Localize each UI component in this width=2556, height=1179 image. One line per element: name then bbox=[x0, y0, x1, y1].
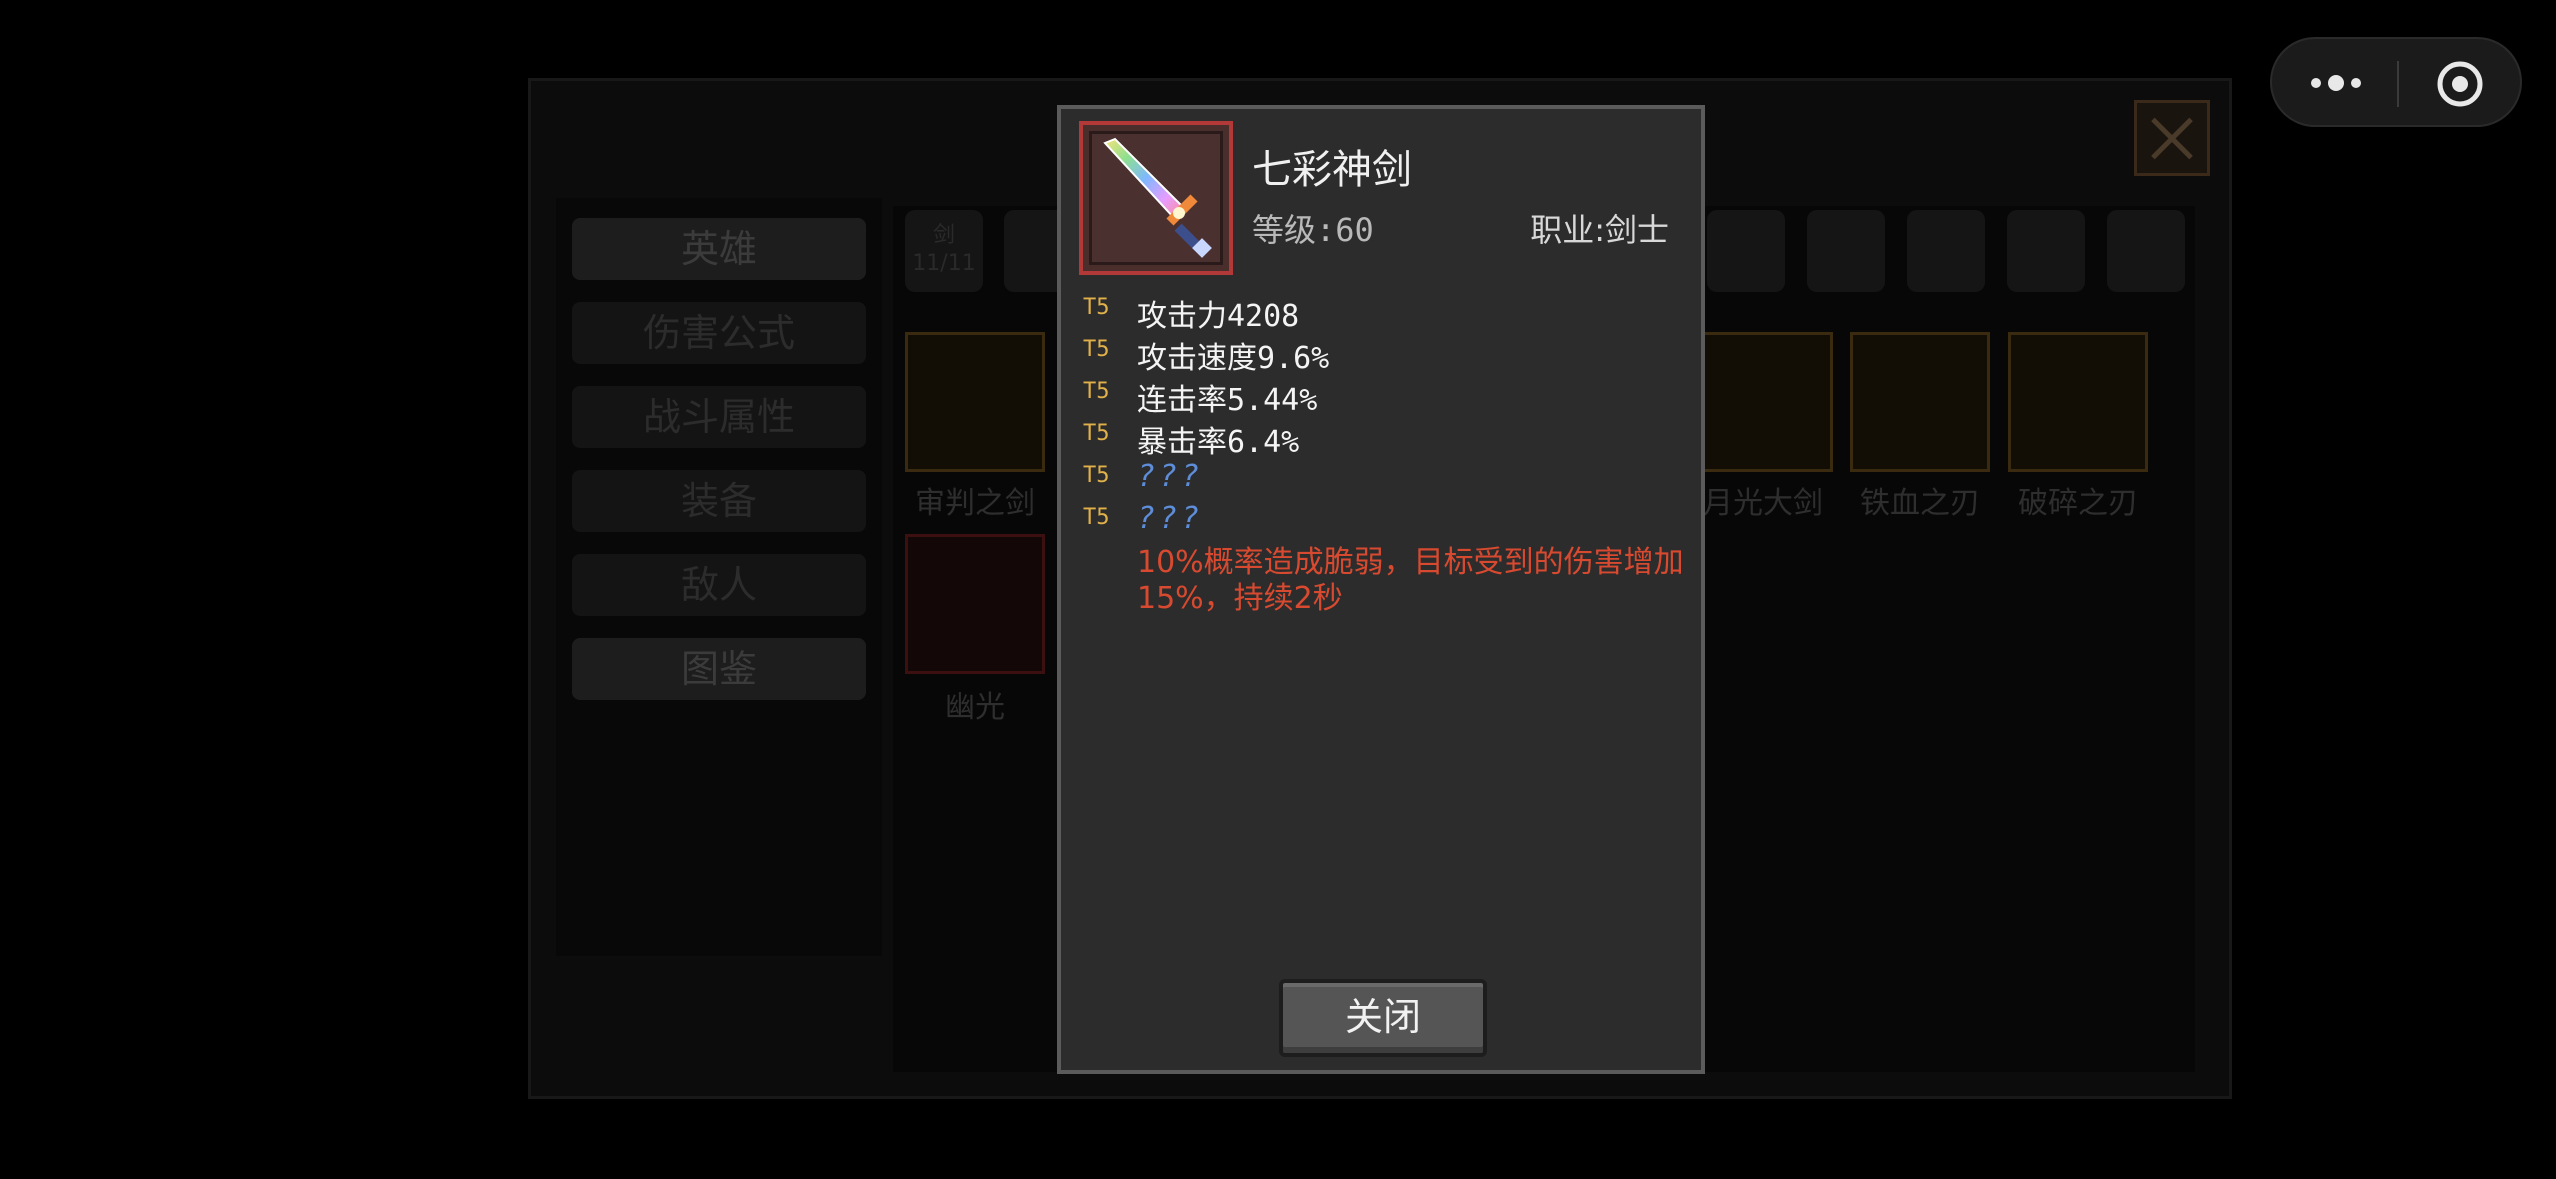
tier-badge: T5 bbox=[1083, 379, 1110, 404]
panel-close-icon[interactable] bbox=[2134, 100, 2210, 176]
item-slot-moonlight-greatsword[interactable] bbox=[1693, 332, 1833, 472]
stat-unknown-text: ??? bbox=[1137, 501, 1204, 536]
tier-badge: T5 bbox=[1083, 337, 1110, 362]
rainbow-sword-icon bbox=[1103, 137, 1212, 258]
close-button[interactable]: 关闭 bbox=[1279, 979, 1487, 1057]
category-tab[interactable] bbox=[1707, 210, 1785, 292]
item-name: 破碎之刃 bbox=[2018, 486, 2138, 521]
stat-text: 攻击力4208 bbox=[1137, 299, 1300, 334]
item-name: 铁血之刃 bbox=[1860, 486, 1980, 521]
special-effect-description: 10%概率造成脆弱，目标受到的伤害增加15%，持续2秒 bbox=[1137, 545, 1684, 616]
category-tab-sword[interactable]: 剑 11/11 bbox=[905, 210, 983, 292]
stat-text: 暴击率6.4% bbox=[1137, 425, 1300, 460]
capsule-divider bbox=[2397, 61, 2399, 107]
item-slot-judgment-sword[interactable] bbox=[905, 332, 1045, 472]
item-name: 幽光 bbox=[945, 690, 1005, 725]
more-dots-icon[interactable] bbox=[2306, 63, 2366, 103]
sidebar-tab-encyclopedia[interactable]: 图鉴 bbox=[572, 638, 866, 700]
sidebar-tab-combat-attributes[interactable]: 战斗属性 bbox=[572, 386, 866, 448]
stat-unknown-text: ??? bbox=[1137, 459, 1204, 494]
item-name-title: 七彩神剑 bbox=[1252, 147, 1412, 193]
sidebar-tab-damage-formula[interactable]: 伤害公式 bbox=[572, 302, 866, 364]
item-slot-ironblood-blade[interactable] bbox=[1850, 332, 1990, 472]
tier-badge: T5 bbox=[1083, 295, 1110, 320]
category-tab[interactable] bbox=[1807, 210, 1885, 292]
category-label: 剑 bbox=[932, 223, 955, 248]
item-icon-frame bbox=[1079, 121, 1233, 275]
mini-program-capsule bbox=[2270, 37, 2522, 127]
item-class: 职业:剑士 bbox=[1530, 211, 1669, 249]
stat-text: 连击率5.44% bbox=[1137, 383, 1318, 418]
tier-badge: T5 bbox=[1083, 421, 1110, 446]
sidebar-tab-enemies[interactable]: 敌人 bbox=[572, 554, 866, 616]
item-level: 等级:60 bbox=[1252, 211, 1374, 249]
category-tab[interactable] bbox=[2107, 210, 2185, 292]
stat-text: 攻击速度9.6% bbox=[1137, 341, 1330, 376]
sidebar-tab-equipment[interactable]: 装备 bbox=[572, 470, 866, 532]
tier-badge: T5 bbox=[1083, 463, 1110, 488]
item-slot-shattered-blade[interactable] bbox=[2008, 332, 2148, 472]
category-count: 11/11 bbox=[912, 251, 976, 276]
tier-badge: T5 bbox=[1083, 505, 1110, 530]
target-icon[interactable] bbox=[2432, 61, 2488, 107]
item-name: 审判之剑 bbox=[915, 486, 1035, 521]
item-detail-modal: 七彩神剑 等级:60 职业:剑士 T5 攻击力4208 T5 攻击速度9.6% … bbox=[1057, 105, 1705, 1074]
sidebar: 英雄 伤害公式 战斗属性 装备 敌人 图鉴 bbox=[556, 198, 882, 956]
sidebar-tab-hero[interactable]: 英雄 bbox=[572, 218, 866, 280]
category-tab[interactable] bbox=[1907, 210, 1985, 292]
category-tab[interactable] bbox=[2007, 210, 2085, 292]
item-slot-ghostlight[interactable] bbox=[905, 534, 1045, 674]
